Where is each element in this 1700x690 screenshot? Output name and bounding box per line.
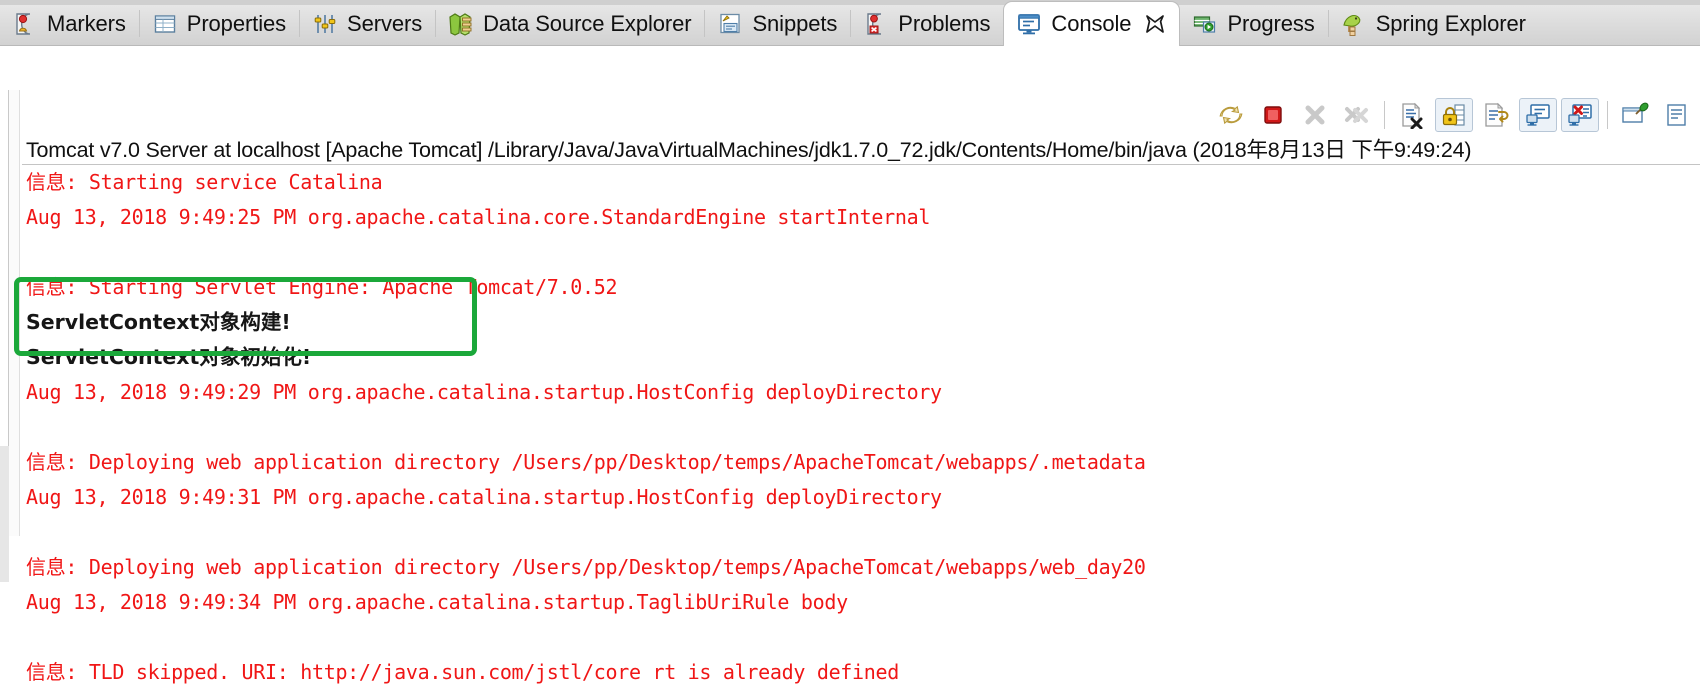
data-source-explorer-icon — [448, 11, 474, 37]
tab-properties-label: Properties — [186, 11, 287, 36]
console-log-line: ServletContext对象构建! — [26, 310, 291, 334]
console-process-header: Tomcat v7.0 Server at localhost [Apache … — [26, 138, 1472, 162]
console-content-area: Tomcat v7.0 Server at localhost [Apache … — [0, 46, 1700, 684]
console-log-line: 信息: Starting Servlet Engine: Apache Tomc… — [26, 275, 618, 299]
console-log-line: 信息: Deploying web application directory … — [26, 450, 1146, 474]
toolbar-separator — [1607, 100, 1608, 129]
console-log-line: ServletContext对象初始化! — [26, 345, 312, 369]
new-console-view-icon[interactable] — [1658, 98, 1696, 132]
tab-servers-label: Servers — [347, 11, 423, 36]
console-toolbar — [1210, 92, 1700, 137]
tab-snippets-label: Snippets — [752, 11, 838, 36]
problems-icon — [863, 11, 889, 37]
toolbar-separator — [1384, 100, 1385, 129]
open-console-icon[interactable] — [1561, 97, 1599, 132]
markers-icon — [12, 11, 38, 37]
remove-launch-icon[interactable] — [1296, 98, 1334, 132]
console-corner-block — [0, 446, 9, 582]
snippets-icon — [717, 11, 743, 37]
tab-properties[interactable]: Properties — [140, 3, 299, 45]
progress-icon — [1192, 11, 1218, 37]
clear-console-icon[interactable] — [1393, 98, 1431, 132]
view-tab-bar: Markers Properties Servers Data Source E… — [0, 0, 1700, 46]
eclipse-console-view: Markers Properties Servers Data Source E… — [0, 0, 1700, 684]
tab-console-label: Console — [1051, 11, 1132, 36]
console-log-line: Aug 13, 2018 9:49:34 PM org.apache.catal… — [26, 590, 848, 614]
servers-icon — [312, 11, 338, 37]
close-icon[interactable] — [1144, 13, 1166, 35]
console-log-output[interactable]: 信息: Starting service Catalina Aug 13, 201… — [26, 165, 1700, 690]
spring-explorer-icon — [1341, 11, 1367, 37]
remove-all-terminated-icon[interactable] — [1338, 98, 1376, 132]
properties-icon — [152, 11, 178, 37]
console-log-line: Aug 13, 2018 9:49:29 PM org.apache.catal… — [26, 380, 942, 404]
console-log-line: 信息: TLD skipped. URI: http://java.sun.co… — [26, 660, 900, 684]
console-left-gutter — [8, 90, 20, 536]
console-log-line: Aug 13, 2018 9:49:25 PM org.apache.catal… — [26, 205, 931, 229]
console-log-line: Aug 13, 2018 9:49:31 PM org.apache.catal… — [26, 485, 942, 509]
tab-problems-label: Problems — [898, 11, 991, 36]
terminate-icon[interactable] — [1254, 98, 1292, 132]
console-log-line — [26, 410, 1700, 445]
console-log-line — [26, 620, 1700, 655]
tab-markers-label: Markers — [47, 11, 126, 36]
console-log-line: 信息: Starting service Catalina — [26, 170, 383, 194]
console-log-line — [26, 515, 1700, 550]
console-icon — [1016, 11, 1042, 37]
console-log-line — [26, 235, 1700, 270]
tab-markers[interactable]: Markers — [0, 3, 139, 45]
tab-data-source-explorer[interactable]: Data Source Explorer — [436, 3, 704, 45]
word-wrap-icon[interactable] — [1477, 98, 1515, 132]
tab-console[interactable]: Console — [1003, 1, 1181, 46]
tab-spring-explorer[interactable]: Spring Explorer — [1329, 3, 1539, 45]
tab-progress[interactable]: Progress — [1180, 3, 1327, 45]
pin-console-icon[interactable] — [1616, 98, 1654, 132]
tab-snippets[interactable]: Snippets — [705, 3, 850, 45]
tab-data-source-explorer-label: Data Source Explorer — [483, 11, 692, 36]
tab-problems[interactable]: Problems — [851, 3, 1003, 45]
tab-spring-explorer-label: Spring Explorer — [1375, 11, 1526, 36]
tab-progress-label: Progress — [1227, 11, 1315, 36]
scroll-lock-icon[interactable] — [1435, 97, 1473, 132]
console-log-line: 信息: Deploying web application directory … — [26, 555, 1146, 579]
relaunch-icon[interactable] — [1212, 98, 1250, 132]
tab-servers[interactable]: Servers — [300, 3, 435, 45]
show-console-icon[interactable] — [1519, 97, 1557, 132]
